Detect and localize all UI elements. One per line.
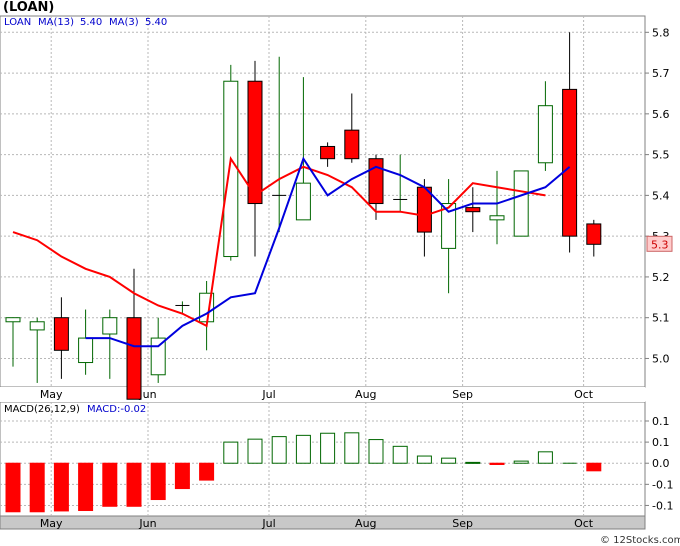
candle-down: [586, 223, 602, 245]
macd-month-label: Aug: [355, 517, 376, 530]
legend-symbol: LOAN: [4, 17, 31, 28]
watermark: © 12Stocks.com: [600, 535, 680, 546]
macd-bar-positive: [537, 451, 553, 464]
macd-y-axis: -0.1 -0.1 0.0 0.1 0.1: [645, 415, 673, 512]
macd-tick-label: -0.1: [652, 499, 673, 512]
legend-ma13-value: 5.40: [80, 17, 102, 28]
price-tick-label: 5.8: [652, 26, 670, 39]
macd-bar-positive: [320, 432, 336, 464]
candle-up: [102, 317, 118, 335]
candle-down: [465, 207, 481, 213]
price-month-label: May: [40, 388, 63, 401]
macd-bar-negative: [199, 462, 215, 481]
macd-value-label: MACD:-0.02: [87, 404, 146, 415]
macd-bar-negative: [29, 462, 45, 513]
macd-month-label: Jun: [138, 517, 156, 530]
price-tick-label: 5.7: [652, 67, 670, 80]
stock-chart-svg: 5.0 5.1 5.2 5.3 5.4 5.5 5.6 5.7 5.8 -0.1 -0.1 0.0 0…: [0, 0, 680, 546]
candle-down: [368, 158, 384, 205]
macd-bar-positive: [247, 438, 263, 464]
macd-month-label: Sep: [452, 517, 473, 530]
ticker-title: (LOAN): [3, 0, 54, 15]
candle-up: [489, 215, 505, 221]
price-month-label: Jun: [138, 388, 156, 401]
candle-down: [344, 129, 360, 160]
macd-month-label: May: [40, 517, 63, 530]
macd-bar-negative: [150, 462, 166, 501]
macd-month-label: Jul: [261, 517, 275, 530]
macd-bar-negative: [102, 462, 118, 507]
price-tick-label: 5.2: [652, 271, 670, 284]
macd-tick-label: 0.1: [652, 415, 670, 428]
candle-down: [53, 317, 69, 351]
legend-ma13-label: MA(13): [38, 17, 74, 28]
macd-bar-negative: [78, 462, 94, 512]
candle-up: [78, 337, 94, 364]
stock-chart: 5.0 5.1 5.2 5.3 5.4 5.5 5.6 5.7 5.8 -0.1 -0.1 0.0 0…: [0, 0, 680, 546]
candle-up: [5, 317, 21, 323]
macd-tick-label: -0.1: [652, 478, 673, 491]
price-tick-label: 5.5: [652, 149, 670, 162]
candle-up: [29, 321, 45, 331]
macd-month-strip: [0, 515, 646, 530]
candle-down: [320, 145, 336, 160]
macd-bar-negative: [5, 462, 21, 513]
macd-bar-positive: [223, 441, 239, 464]
macd-bar-positive: [344, 432, 360, 464]
candle-up: [513, 170, 529, 237]
macd-bar-positive: [441, 457, 457, 464]
price-y-axis: 5.0 5.1 5.2 5.3 5.4 5.5 5.6 5.7 5.8: [645, 26, 670, 365]
macd-bar-positive: [513, 460, 529, 464]
macd-month-label: Oct: [574, 517, 594, 530]
price-month-strip: [0, 387, 645, 402]
macd-bar-negative: [174, 462, 190, 490]
candle-up: [150, 337, 166, 376]
macd-bar-positive: [368, 439, 384, 464]
candle-up: [223, 80, 239, 258]
price-tick-label: 5.6: [652, 108, 670, 121]
price-panel-frame: [0, 15, 646, 388]
candle-down: [247, 80, 263, 205]
macd-tick-label: 0.1: [652, 436, 670, 449]
candle-down: [126, 317, 142, 400]
price-tick-label: 5.0: [652, 352, 670, 365]
price-month-label: Oct: [574, 388, 594, 401]
legend-ma3-label: MA(3): [109, 17, 139, 28]
macd-bar-negative: [53, 462, 69, 512]
macd-bar-negative: [489, 462, 505, 465]
candle-up: [295, 182, 311, 221]
macd-bar-positive: [465, 461, 481, 464]
macd-bar-positive: [416, 455, 432, 464]
macd-bar-positive: [271, 436, 287, 464]
price-tick-label: 5.1: [652, 312, 670, 325]
candle-up: [537, 105, 553, 164]
price-month-label: Jul: [261, 388, 275, 401]
macd-bar-positive: [392, 445, 408, 464]
price-month-label: Sep: [452, 388, 473, 401]
candle-down: [562, 88, 578, 237]
candle-down: [416, 186, 432, 233]
price-tick-label: 5.4: [652, 189, 670, 202]
macd-label: MACD(26,12,9): [4, 404, 80, 415]
macd-bar-negative: [126, 462, 142, 507]
legend-ma3-value: 5.40: [145, 17, 167, 28]
macd-bar-negative: [586, 462, 602, 472]
price-month-label: Aug: [355, 388, 376, 401]
macd-tick-label: 0.0: [652, 457, 670, 470]
last-price-badge-text: 5.3: [651, 238, 669, 251]
macd-bar-positive: [295, 434, 311, 464]
